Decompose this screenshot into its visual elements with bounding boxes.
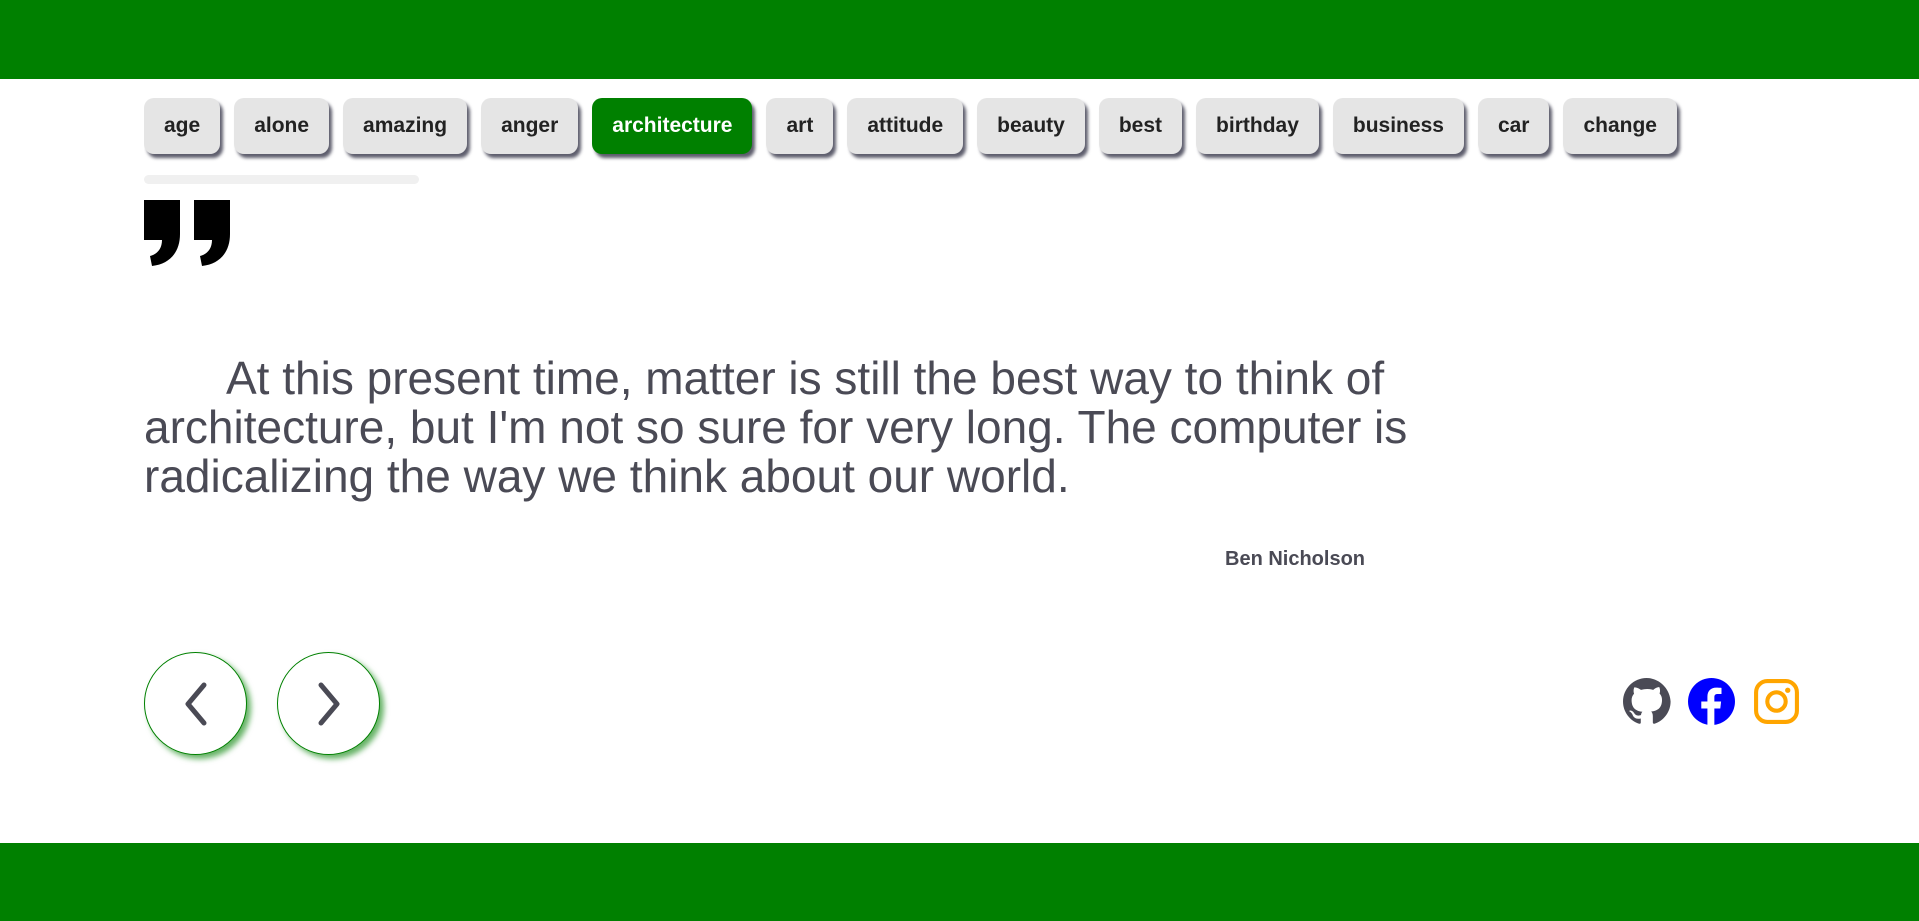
category-tag-anger[interactable]: anger [481, 98, 579, 154]
instagram-link[interactable] [1752, 677, 1801, 726]
github-icon [1623, 678, 1671, 724]
category-tag-best[interactable]: best [1098, 98, 1183, 154]
category-tag-change[interactable]: change [1563, 98, 1677, 154]
category-tag-alone[interactable]: alone [234, 98, 330, 154]
category-tag-car[interactable]: car [1477, 98, 1550, 154]
category-tag-birthday[interactable]: birthday [1196, 98, 1319, 154]
category-tag-art[interactable]: art [766, 98, 834, 154]
quote-author: Ben Nicholson [1225, 548, 1366, 570]
social-links [1622, 677, 1801, 726]
category-tag-architecture[interactable]: architecture [592, 98, 753, 154]
category-tag-age[interactable]: age [144, 98, 221, 154]
instagram-icon [1754, 679, 1799, 724]
facebook-icon [1688, 678, 1735, 726]
category-tag-amazing[interactable]: amazing [343, 98, 468, 154]
horizontal-scrollbar[interactable] [144, 175, 419, 184]
chevron-right-icon [318, 682, 339, 725]
next-quote-button[interactable] [277, 652, 380, 755]
github-link[interactable] [1622, 677, 1671, 726]
chevron-left-icon [185, 682, 206, 725]
header-bar [0, 0, 1919, 79]
quote-mark-icon [140, 200, 236, 271]
category-list: age alone amazing anger architecture art attit… [144, 98, 1758, 154]
facebook-link[interactable] [1687, 677, 1736, 726]
category-tag-attitude[interactable]: attitude [847, 98, 964, 154]
category-scroller[interactable]: age alone amazing anger architecture art attit… [144, 98, 1758, 168]
category-tag-business[interactable]: business [1332, 98, 1464, 154]
category-tag-beauty[interactable]: beauty [977, 98, 1085, 154]
previous-quote-button[interactable] [144, 652, 247, 755]
quote-text: At this present time, matter is still th… [144, 352, 1408, 502]
footer-bar [0, 843, 1919, 921]
